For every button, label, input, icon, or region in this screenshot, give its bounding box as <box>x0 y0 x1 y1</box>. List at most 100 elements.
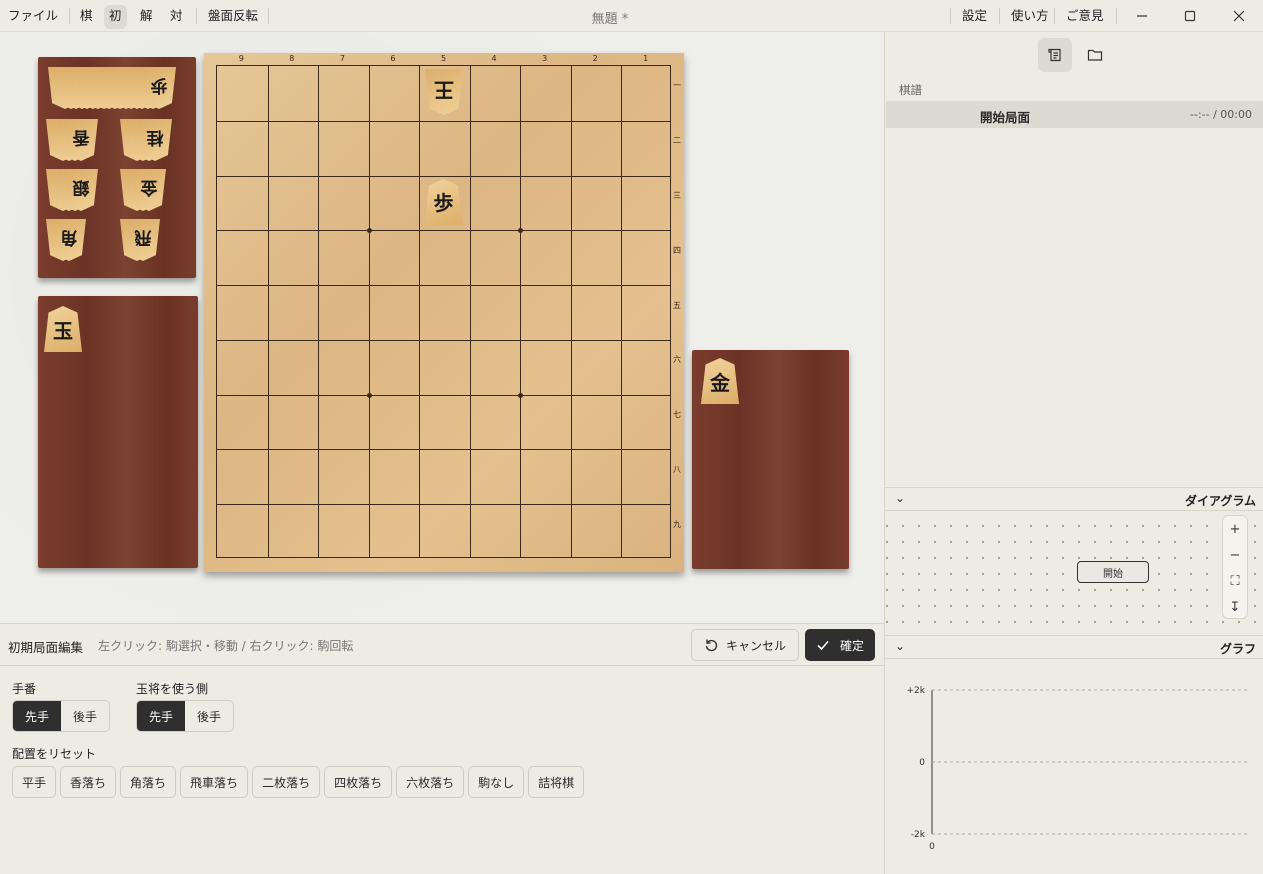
divider <box>268 8 269 24</box>
fit-view-button[interactable]: ⛶ <box>1223 568 1247 594</box>
reset-option-button[interactable]: 飛車落ち <box>180 766 249 798</box>
divider <box>69 8 70 24</box>
usage-button[interactable]: 使い方 <box>1006 5 1054 29</box>
reset-option-button[interactable]: 六枚落ち <box>396 766 465 798</box>
graph-header[interactable]: ⌄ グラフ <box>885 635 1263 659</box>
settings-button[interactable]: 設定 <box>957 5 992 29</box>
grid-line <box>621 66 623 557</box>
turn-label: 手番 <box>12 682 37 696</box>
board-grid[interactable] <box>216 65 671 558</box>
rank-label: 二 <box>673 136 681 146</box>
kifu-move: 開始局面 <box>980 110 1031 125</box>
reset-option-button[interactable]: 二枚落ち <box>252 766 321 798</box>
close-button[interactable] <box>1221 4 1257 28</box>
king-side-selector[interactable]: 先手 後手 <box>136 700 234 732</box>
reset-option-button[interactable]: 角落ち <box>120 766 177 798</box>
file-label: 9 <box>238 54 244 63</box>
reset-option-button[interactable]: 平手 <box>12 766 57 798</box>
piece-box[interactable]: 金 <box>692 350 849 569</box>
grid-line <box>217 339 670 341</box>
hand-piece[interactable]: 歩 <box>142 67 176 109</box>
reset-option-button[interactable]: 四枚落ち <box>324 766 393 798</box>
hand-piece[interactable]: 銀 <box>64 169 98 211</box>
grid-line <box>217 175 670 177</box>
grid-line <box>520 66 522 557</box>
reset-buttons: 平手 香落ち 角落ち 飛車落ち 二枚落ち 四枚落ち 六枚落ち 駒なし 詰将棋 <box>12 766 585 798</box>
hand-piece[interactable]: 金 <box>132 169 166 211</box>
king-sente[interactable]: 先手 <box>137 701 185 731</box>
kifu-label: 棋譜 <box>899 83 922 97</box>
file-label: 6 <box>390 54 396 63</box>
kifu-row[interactable]: 開始局面 --:-- / 00:00 <box>886 101 1263 128</box>
hand-piece[interactable]: 香 <box>64 119 98 161</box>
reset-label: 配置をリセット <box>12 747 97 761</box>
hand-piece[interactable]: 飛 <box>126 219 160 261</box>
rank-label: 六 <box>673 355 681 365</box>
file-label: 5 <box>440 54 447 63</box>
diagram-node-start[interactable]: 開始 <box>1077 561 1149 583</box>
zoom-out-button[interactable]: − <box>1223 542 1247 568</box>
diagram-header[interactable]: ⌄ ダイアグラム <box>885 487 1263 511</box>
menu-kifu[interactable]: 棋 <box>75 5 98 29</box>
star-point <box>518 392 524 398</box>
turn-gote[interactable]: 後手 <box>61 701 109 731</box>
grid-line <box>217 285 670 287</box>
graph-x-tick: 0 <box>929 842 935 852</box>
minimize-icon <box>1137 15 1147 17</box>
chevron-down-icon[interactable]: ⌄ <box>895 639 905 653</box>
shogi-board[interactable]: 9 8 7 6 5 4 3 2 1 一二三四五六七八九 王歩 <box>204 53 684 572</box>
sente-hand-stand[interactable]: 玉 <box>38 296 198 568</box>
grid-line <box>267 66 269 557</box>
rank-label: 八 <box>673 464 681 474</box>
cancel-button[interactable]: キャンセル <box>691 629 799 661</box>
reset-option-button[interactable]: 詰将棋 <box>528 766 585 798</box>
menu-versus[interactable]: 対 <box>165 5 188 29</box>
window-title: 無題 * <box>591 12 629 27</box>
divider <box>1116 8 1117 24</box>
hand-piece[interactable]: 桂 <box>138 119 172 161</box>
board-piece[interactable]: 歩 <box>424 178 463 225</box>
file-label: 1 <box>643 54 649 63</box>
grid-line <box>217 394 670 396</box>
hand-piece[interactable]: 角 <box>52 219 86 261</box>
menu-file[interactable]: ファイル <box>3 5 63 29</box>
rank-label: 三 <box>673 190 681 200</box>
gote-hand-stand[interactable]: 歩歩歩歩歩歩歩歩歩歩歩歩歩歩歩歩歩歩香香香香桂桂桂桂銀銀銀銀金金金角角飛飛 <box>38 57 196 278</box>
scroll-bottom-button[interactable]: ↧ <box>1223 594 1247 620</box>
undo-icon <box>705 639 718 652</box>
confirm-button[interactable]: 確定 <box>805 629 875 661</box>
diagram-canvas[interactable] <box>885 512 1263 634</box>
confirm-label: 確定 <box>839 638 864 653</box>
minimize-button[interactable] <box>1124 4 1160 28</box>
grid-line <box>570 66 572 557</box>
rank-label: 七 <box>673 410 681 420</box>
reset-option-button[interactable]: 駒なし <box>468 766 525 798</box>
kifu-time: --:-- / 00:00 <box>1190 108 1252 121</box>
king-gote[interactable]: 後手 <box>185 701 233 731</box>
reset-option-button[interactable]: 香落ち <box>60 766 117 798</box>
zoom-in-button[interactable]: + <box>1223 516 1247 542</box>
file-label: 7 <box>339 54 345 63</box>
hand-piece-gold[interactable]: 金 <box>701 358 739 404</box>
chevron-down-icon[interactable]: ⌄ <box>895 491 905 505</box>
position-editor: 初期局面編集 左クリック: 駒選択・移動 / 右クリック: 駒回転 キャンセル … <box>0 623 884 874</box>
feedback-button[interactable]: ご意見 <box>1061 5 1109 29</box>
rank-label: 五 <box>673 300 681 310</box>
file-label: 2 <box>592 54 598 63</box>
files-tab[interactable] <box>1078 38 1112 72</box>
grid-line <box>217 230 670 232</box>
maximize-button[interactable] <box>1172 4 1208 28</box>
turn-sente[interactable]: 先手 <box>13 701 61 731</box>
menu-init[interactable]: 初 <box>104 5 127 29</box>
cancel-label: キャンセル <box>725 638 786 653</box>
folder-icon <box>1087 49 1103 61</box>
kifu-tab[interactable] <box>1038 38 1072 72</box>
menu-analyze[interactable]: 解 <box>135 5 158 29</box>
rank-label: 一 <box>673 81 681 91</box>
hand-piece-king[interactable]: 玉 <box>44 306 82 352</box>
turn-selector[interactable]: 先手 後手 <box>12 700 110 732</box>
star-point <box>366 392 372 398</box>
board-piece[interactable]: 王 <box>425 69 463 115</box>
flip-board-button[interactable]: 盤面反転 <box>203 5 263 29</box>
star-point <box>518 228 524 234</box>
